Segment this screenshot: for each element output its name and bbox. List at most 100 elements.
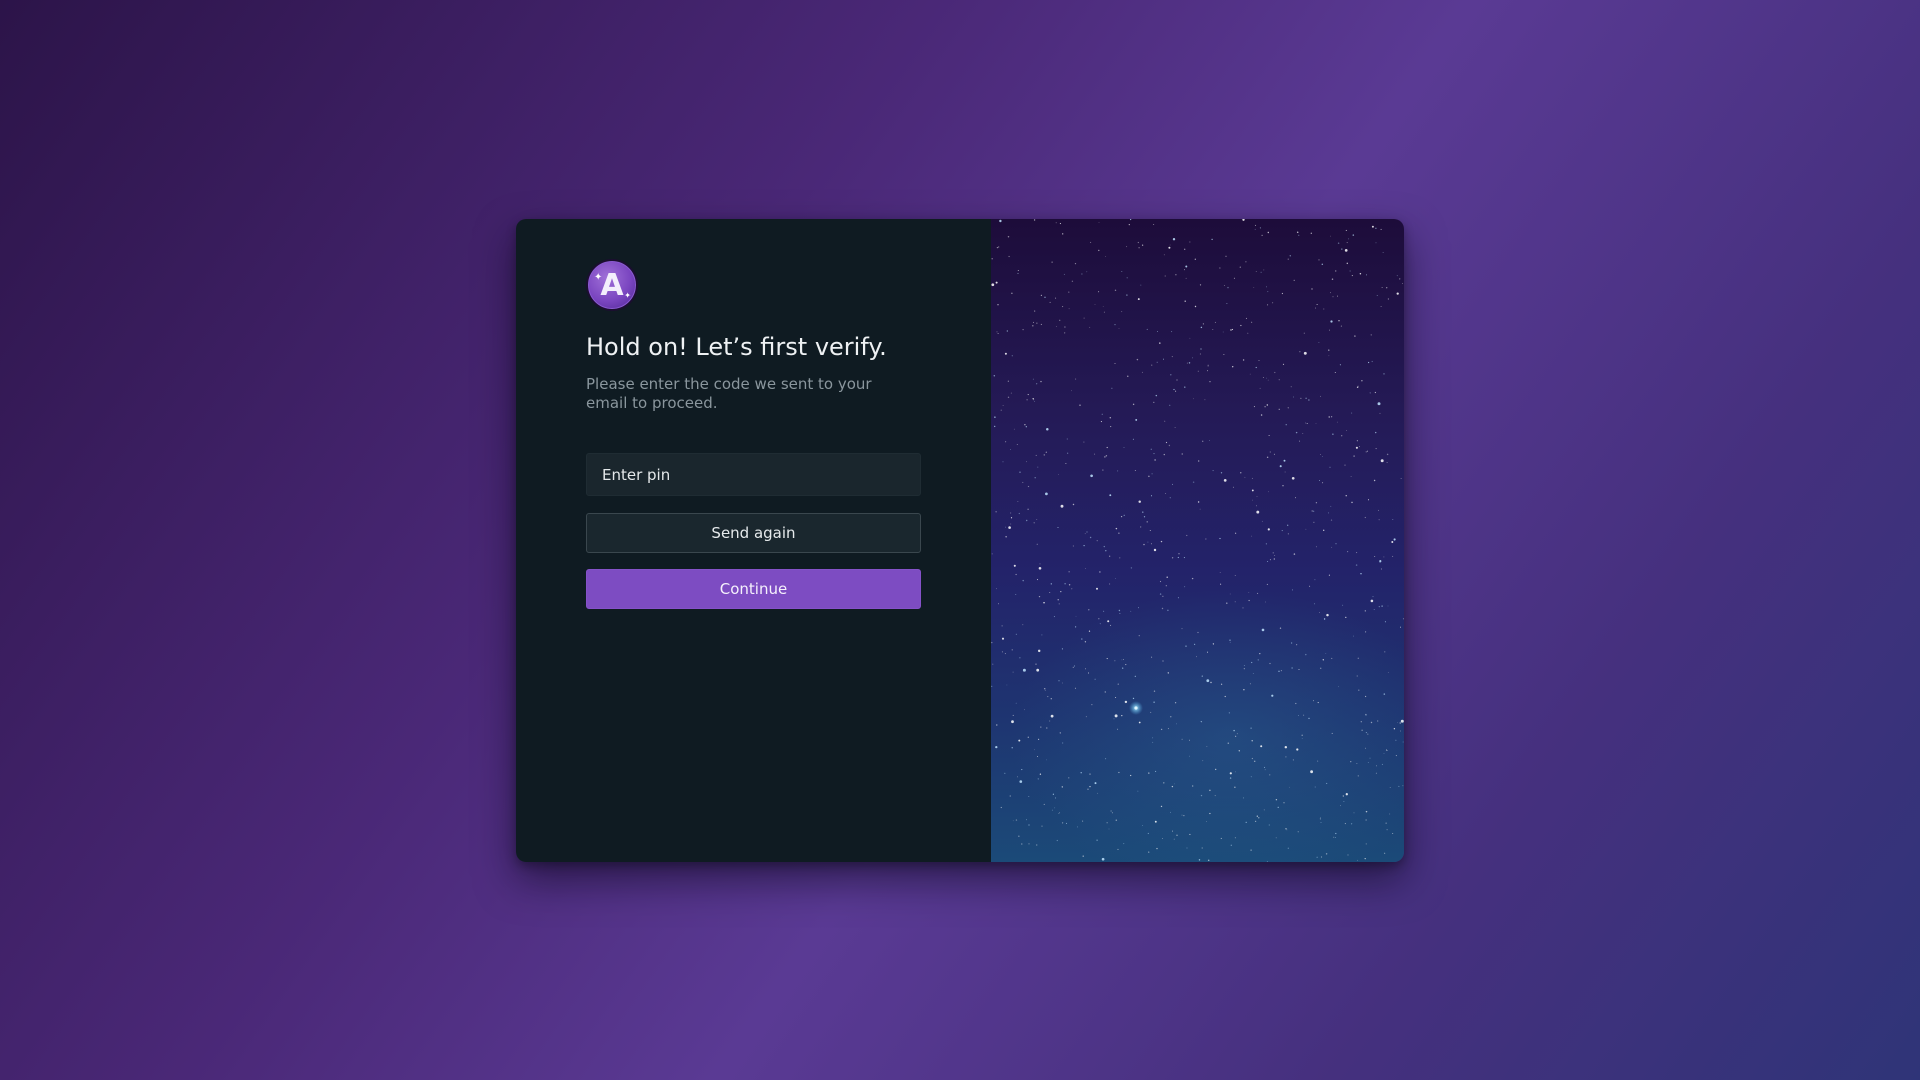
- star: [1227, 742, 1230, 745]
- star: [1234, 575, 1236, 576]
- star: [1016, 443, 1018, 446]
- star: [1181, 738, 1183, 740]
- star: [1175, 274, 1177, 276]
- star: [1347, 854, 1349, 856]
- star: [1251, 757, 1254, 760]
- star: [1064, 326, 1066, 328]
- star: [1011, 720, 1014, 724]
- star: [1052, 793, 1055, 795]
- star: [1245, 821, 1247, 824]
- star: [1171, 331, 1173, 333]
- star: [1094, 453, 1096, 455]
- star: [1083, 317, 1085, 319]
- star: [1011, 355, 1013, 357]
- send-again-button[interactable]: Send again: [586, 513, 921, 553]
- pin-input[interactable]: [586, 453, 921, 496]
- star: [1160, 540, 1163, 543]
- star: [1050, 583, 1052, 585]
- star: [1183, 815, 1185, 817]
- star: [1201, 675, 1203, 677]
- star: [1118, 532, 1120, 534]
- star: [1374, 391, 1377, 394]
- star: [1365, 819, 1367, 821]
- star: [1174, 783, 1175, 785]
- star: [1251, 661, 1253, 664]
- star: [1104, 456, 1106, 458]
- star: [1163, 254, 1165, 256]
- star: [1267, 291, 1269, 293]
- star: [1168, 444, 1171, 447]
- star: [1059, 319, 1061, 321]
- star: [1260, 414, 1263, 416]
- star: [1021, 843, 1023, 845]
- star: [1192, 481, 1195, 483]
- star: [1153, 701, 1155, 703]
- star: [1114, 578, 1116, 579]
- star: [1348, 238, 1350, 240]
- star: [1126, 277, 1128, 279]
- star: [1299, 440, 1301, 442]
- star: [1230, 329, 1232, 331]
- star: [1005, 536, 1007, 538]
- star: [1240, 324, 1242, 327]
- star: [1331, 278, 1334, 280]
- star: [1089, 786, 1091, 788]
- star: [1143, 516, 1146, 518]
- star: [997, 333, 999, 334]
- star: [1319, 818, 1321, 820]
- star: [993, 375, 996, 377]
- star: [1167, 609, 1169, 612]
- star: [1117, 848, 1119, 850]
- star: [1305, 422, 1307, 424]
- star: [1229, 772, 1232, 775]
- star: [1038, 595, 1041, 598]
- star: [1369, 757, 1371, 759]
- star: [1358, 689, 1360, 691]
- star: [1126, 294, 1128, 296]
- star: [1015, 593, 1017, 595]
- star: [1101, 857, 1105, 861]
- star: [1082, 820, 1084, 822]
- star: [1064, 583, 1066, 585]
- star: [1395, 739, 1397, 741]
- star: [1111, 387, 1113, 389]
- star: [1114, 289, 1117, 292]
- star: [1329, 466, 1331, 468]
- star: [1356, 763, 1358, 765]
- star: [1007, 235, 1010, 238]
- star: [1255, 271, 1257, 272]
- star: [1254, 228, 1256, 230]
- star: [1271, 694, 1274, 697]
- star: [1254, 820, 1257, 823]
- star: [996, 588, 997, 590]
- star: [1162, 358, 1165, 360]
- star: [1164, 275, 1166, 277]
- star: [1140, 284, 1142, 286]
- star: [1071, 588, 1073, 590]
- star: [1147, 832, 1149, 835]
- star: [1303, 332, 1305, 334]
- star: [1205, 538, 1207, 540]
- star: [1207, 370, 1209, 372]
- star: [1043, 602, 1045, 604]
- star: [1055, 222, 1057, 224]
- star: [1017, 269, 1019, 272]
- star: [1308, 717, 1310, 720]
- star: [1346, 429, 1347, 431]
- star: [1287, 258, 1289, 260]
- star: [1319, 611, 1321, 613]
- star: [1094, 782, 1097, 785]
- star: [1268, 434, 1270, 437]
- star: [1177, 597, 1179, 599]
- star: [1396, 275, 1398, 277]
- star: [1393, 538, 1396, 541]
- star: [1071, 390, 1072, 392]
- star: [1315, 423, 1317, 424]
- star: [1193, 398, 1194, 400]
- star: [1355, 446, 1358, 449]
- star: [1035, 454, 1037, 456]
- continue-button[interactable]: Continue: [586, 569, 921, 609]
- star: [1338, 686, 1339, 688]
- star: [1163, 453, 1165, 456]
- star: [1018, 739, 1021, 742]
